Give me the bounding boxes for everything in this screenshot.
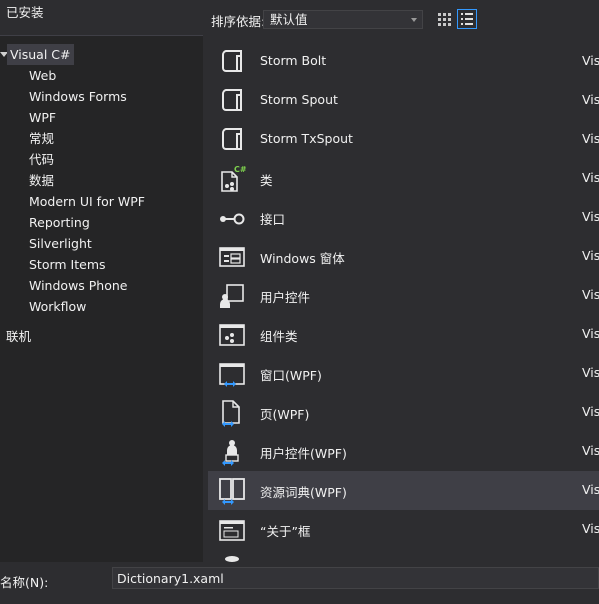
template-name: Windows 窗体 bbox=[260, 251, 345, 266]
template-item-wpf-page[interactable]: 页(WPF) Vis bbox=[208, 393, 599, 432]
template-name: 接口 bbox=[260, 212, 286, 227]
storm-spout-icon bbox=[222, 89, 242, 111]
template-language: Vis bbox=[582, 482, 599, 497]
wpf-user-control-icon bbox=[222, 440, 239, 466]
tree-item-code[interactable]: 代码 bbox=[29, 149, 145, 170]
sort-label: 排序依据: bbox=[211, 14, 266, 29]
template-name: 用户控件 bbox=[260, 290, 311, 305]
tree-item-label: Visual C# bbox=[7, 44, 74, 65]
template-item-resource-dictionary[interactable]: 资源词典(WPF) Vis bbox=[208, 471, 599, 510]
template-category-panel: 已安装 Visual C# Web Windows Forms WPF 常规 代… bbox=[0, 0, 203, 562]
sort-value: 默认值 bbox=[270, 12, 308, 27]
template-language: Vis bbox=[582, 248, 599, 263]
template-item-storm-txspout[interactable]: Storm TxSpout Vis bbox=[208, 120, 599, 159]
wpf-page-icon bbox=[222, 400, 240, 427]
bottom-name-bar: 名称(N): bbox=[0, 562, 599, 604]
sort-dropdown[interactable]: 默认值 bbox=[263, 10, 423, 29]
resource-dictionary-icon bbox=[219, 478, 245, 505]
template-language: Vis bbox=[582, 521, 599, 536]
storm-txspout-icon bbox=[222, 128, 242, 150]
template-item-about-box[interactable]: “关于”框 Vis bbox=[208, 510, 599, 549]
sort-toolbar: 排序依据: 默认值 bbox=[203, 6, 599, 32]
template-item-interface[interactable]: 接口 Vis bbox=[208, 198, 599, 237]
name-label: 名称(N): bbox=[0, 575, 49, 590]
template-item-wpf-user-control[interactable]: 用户控件(WPF) Vis bbox=[208, 432, 599, 471]
installed-header: 已安装 bbox=[0, 0, 203, 36]
template-item-component-class[interactable]: 组件类 Vis bbox=[208, 315, 599, 354]
storm-bolt-icon bbox=[222, 50, 242, 72]
template-list: Storm Bolt Vis Storm Spout Vis Storm TxS… bbox=[208, 42, 599, 562]
about-box-icon bbox=[219, 520, 245, 541]
template-language: Vis bbox=[582, 443, 599, 458]
template-list-panel: 排序依据: 默认值 Storm Bolt Vis Storm Spout Vis… bbox=[203, 0, 599, 562]
windows-form-icon bbox=[219, 247, 245, 267]
template-language: Vis bbox=[582, 53, 599, 68]
small-icons-view-button[interactable] bbox=[434, 9, 454, 29]
name-input[interactable] bbox=[112, 567, 599, 589]
wpf-window-icon bbox=[219, 363, 245, 387]
template-name: 用户控件(WPF) bbox=[260, 446, 347, 461]
tree-item-windows-forms[interactable]: Windows Forms bbox=[29, 86, 145, 107]
tree-item-wpf[interactable]: WPF bbox=[29, 107, 145, 128]
tree-item-windows-phone[interactable]: Windows Phone bbox=[29, 275, 145, 296]
template-name: 窗口(WPF) bbox=[260, 368, 322, 383]
tree-item-data[interactable]: 数据 bbox=[29, 170, 145, 191]
svg-text:C#: C# bbox=[234, 165, 247, 174]
template-language: Vis bbox=[582, 92, 599, 107]
user-control-icon bbox=[220, 284, 244, 308]
tree-item-modern-ui[interactable]: Modern UI for WPF bbox=[29, 191, 145, 212]
template-item-windows-form[interactable]: Windows 窗体 Vis bbox=[208, 237, 599, 276]
template-item-storm-bolt[interactable]: Storm Bolt Vis bbox=[208, 42, 599, 81]
template-language: Vis bbox=[582, 365, 599, 380]
template-language: Vis bbox=[582, 170, 599, 185]
list-view-button[interactable] bbox=[457, 9, 477, 29]
template-name: 类 bbox=[260, 173, 273, 188]
tree-item-silverlight[interactable]: Silverlight bbox=[29, 233, 145, 254]
template-item-class[interactable]: C# 类 Vis bbox=[208, 159, 599, 198]
template-language: Vis bbox=[582, 131, 599, 146]
template-name: Storm TxSpout bbox=[260, 131, 353, 146]
template-name: 组件类 bbox=[260, 329, 298, 344]
template-language: Vis bbox=[582, 287, 599, 302]
template-language: Vis bbox=[582, 209, 599, 224]
class-icon: C# bbox=[221, 165, 247, 192]
chevron-down-icon bbox=[411, 18, 417, 22]
tree-item-workflow[interactable]: Workflow bbox=[29, 296, 145, 317]
template-name: 资源词典(WPF) bbox=[260, 485, 347, 500]
component-class-icon bbox=[219, 324, 245, 346]
template-language: Vis bbox=[582, 326, 599, 341]
interface-icon bbox=[220, 213, 245, 225]
database-icon bbox=[225, 556, 239, 562]
tree-item-storm-items[interactable]: Storm Items bbox=[29, 254, 145, 275]
template-name: “关于”框 bbox=[260, 524, 311, 539]
tree-item-general[interactable]: 常规 bbox=[29, 128, 145, 149]
template-item-storm-spout[interactable]: Storm Spout Vis bbox=[208, 81, 599, 120]
list-view-icon bbox=[461, 13, 473, 25]
tree-children: Web Windows Forms WPF 常规 代码 数据 Modern UI… bbox=[29, 65, 145, 317]
template-item-wpf-window[interactable]: 窗口(WPF) Vis bbox=[208, 354, 599, 393]
installed-header-label: 已安装 bbox=[6, 5, 44, 20]
template-name: Storm Bolt bbox=[260, 53, 327, 68]
template-name: Storm Spout bbox=[260, 92, 338, 107]
template-language: Vis bbox=[582, 404, 599, 419]
template-name: 页(WPF) bbox=[260, 407, 310, 422]
tree-item-reporting[interactable]: Reporting bbox=[29, 212, 145, 233]
tree-item-online[interactable]: 联机 bbox=[6, 326, 31, 347]
template-item-user-control[interactable]: 用户控件 Vis bbox=[208, 276, 599, 315]
tree-item-web[interactable]: Web bbox=[29, 65, 145, 86]
grid-view-icon bbox=[438, 13, 451, 26]
template-item-partial[interactable] bbox=[208, 549, 599, 562]
